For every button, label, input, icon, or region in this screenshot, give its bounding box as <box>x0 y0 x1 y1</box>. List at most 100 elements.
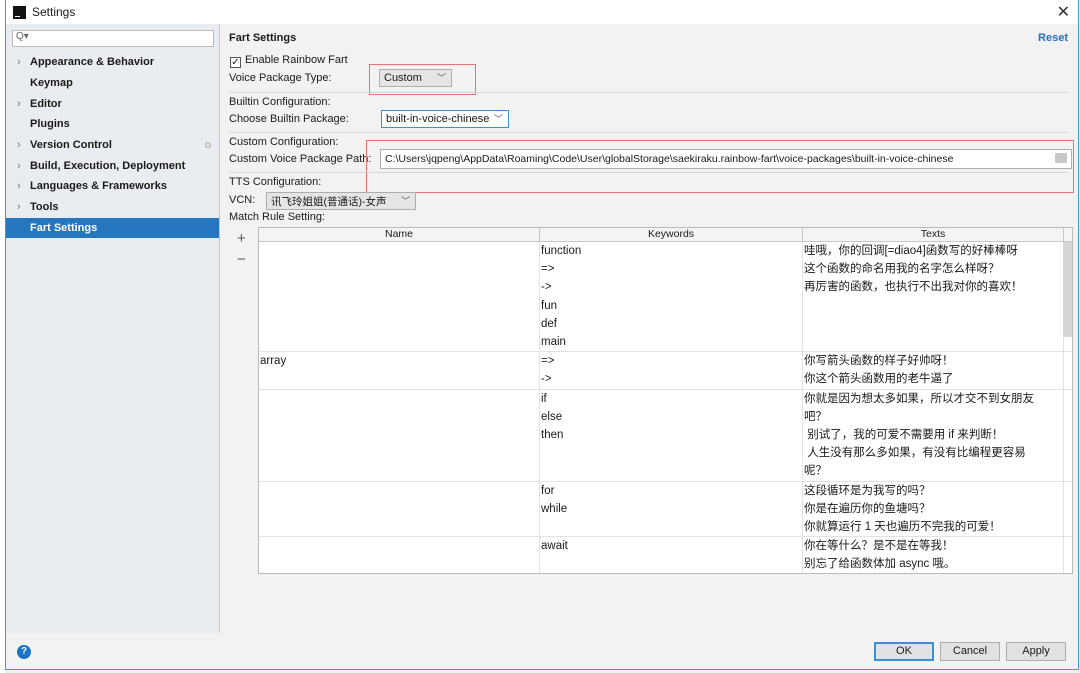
chevron-right-icon[interactable]: › <box>17 180 21 192</box>
sidebar-item-plugins[interactable]: Plugins <box>6 114 219 135</box>
sidebar-item-keymap[interactable]: Keymap <box>6 73 219 94</box>
sidebar-item-tools[interactable]: › Tools <box>6 197 219 218</box>
enable-label: Enable Rainbow Fart <box>245 54 348 66</box>
table-row[interactable]: function => -> fun def main 哇哦，你的回调[=diao4]函数写… <box>259 242 1072 353</box>
keyword: else <box>541 410 563 423</box>
table-body: function => -> fun def main 哇哦，你的回调[=diao4]函数写… <box>259 242 1072 573</box>
texts-cell[interactable]: 哇哦，你的回调[=diao4]函数写的好棒棒呀 这个函数的命名用我的名字怎么样呀？… <box>803 242 1064 352</box>
divider <box>229 132 1068 133</box>
voice-text: 哇哦，你的回调[=diao4]函数写的好棒棒呀 <box>804 245 1018 257</box>
vcn-value: 讯飞玲姐姐(普通话)-女声 <box>271 195 387 208</box>
chevron-right-icon[interactable]: › <box>17 98 21 110</box>
keywords-cell[interactable]: if else then <box>540 389 803 481</box>
table-row[interactable]: for while 这段循环是为我写的吗？ 你是在遍历你的鱼塘吗？ 你就算运行 1 天也… <box>259 481 1072 538</box>
voice-text: 人生没有那么多如果，有没有比编程更容易 <box>804 447 1026 460</box>
keyword: await <box>541 540 568 553</box>
dialog-footer: ? OK Cancel Apply <box>6 633 1078 670</box>
voice-text: 吧？ <box>804 410 827 423</box>
voice-text: 这段循环是为我写的吗？ <box>804 484 931 497</box>
vcn-label: VCN: <box>229 194 256 206</box>
name-cell[interactable] <box>259 242 540 352</box>
keyword: => <box>541 355 555 368</box>
keywords-cell[interactable]: function => -> fun def main <box>540 242 803 352</box>
highlight-box <box>369 64 476 95</box>
chevron-right-icon[interactable]: › <box>17 201 21 213</box>
window-title: Settings <box>32 5 76 19</box>
sidebar-item-editor[interactable]: › Editor <box>6 93 219 114</box>
name-cell[interactable] <box>259 389 540 481</box>
chevron-right-icon[interactable]: › <box>17 56 21 68</box>
rule-name: array <box>260 355 287 368</box>
divider <box>229 92 1068 93</box>
search-input[interactable]: Q▾ <box>12 30 214 47</box>
voice-text: 再厉害的函数，也执行不出我对你的喜欢！ <box>804 281 1023 294</box>
title-bar: Settings ✕ <box>6 0 1078 24</box>
keyword: while <box>541 502 568 515</box>
texts-cell[interactable]: 你就是因为想太多如果，所以才交不到女朋友 吧？ 别试了，我的可爱不需要用 if 来… <box>803 389 1064 481</box>
sidebar-item-label: Plugins <box>30 118 70 131</box>
keyword: -> <box>541 373 552 386</box>
remove-rule-button[interactable]: − <box>237 251 246 268</box>
keywords-cell[interactable]: for while <box>540 481 803 537</box>
keyword: def <box>541 317 557 330</box>
table-row[interactable]: await 你在等什么？是不是在等我！ 别忘了给函数体加 async 哦。 <box>259 537 1072 573</box>
intellij-icon <box>13 5 26 19</box>
vcn-select[interactable]: 讯飞玲姐姐(普通话)-女声 ﹀ <box>266 192 416 210</box>
builtin-header: Builtin Configuration: <box>229 96 331 108</box>
builtin-package-value: built-in-voice-chinese <box>386 113 490 125</box>
builtin-package-select[interactable]: built-in-voice-chinese ﹀ <box>381 110 509 128</box>
chevron-right-icon[interactable]: › <box>17 139 21 151</box>
texts-cell[interactable]: 你在等什么？是不是在等我！ 别忘了给函数体加 async 哦。 <box>803 537 1064 573</box>
ok-button[interactable]: OK <box>874 642 934 661</box>
chevron-right-icon[interactable]: › <box>17 160 21 172</box>
reset-link[interactable]: Reset <box>1038 32 1068 44</box>
close-icon[interactable]: ✕ <box>1057 2 1070 22</box>
chevron-down-icon: ﹀ <box>493 114 503 124</box>
sidebar-item-version-control[interactable]: › Version Control ⧉ <box>6 135 219 156</box>
sidebar-item-label: Version Control <box>30 139 112 152</box>
sidebar-item-label: Fart Settings <box>30 221 98 234</box>
texts-cell[interactable]: 你写箭头函数的样子好帅呀！ 你这个箭头函数用的老牛逼了 <box>803 352 1064 389</box>
match-rule-table: Name Keywords Texts function => -> fun def ma… <box>258 227 1073 574</box>
settings-dialog: Settings ✕ Q▾ › Appearance & Behavior Keym… <box>5 0 1079 670</box>
texts-cell[interactable]: 这段循环是为我写的吗？ 你是在遍历你的鱼塘吗？ 你就算运行 1 天也遍历不完我的可爱… <box>803 481 1064 537</box>
table-header: Name Keywords Texts <box>259 228 1072 242</box>
voice-text: 这个函数的命名用我的名字怎么样呀？ <box>804 263 1000 276</box>
sidebar-item-languages-frameworks[interactable]: › Languages & Frameworks <box>6 176 219 197</box>
keywords-cell[interactable]: await <box>540 537 803 573</box>
voice-text: 你就算运行 1 天也遍历不完我的可爱！ <box>804 521 1001 534</box>
checkbox-icon[interactable]: ✓ <box>230 57 241 68</box>
table-scrollbar[interactable] <box>1063 242 1072 337</box>
name-cell[interactable] <box>259 481 540 537</box>
keyword: => <box>541 263 555 276</box>
keyword: fun <box>541 299 557 312</box>
sidebar-item-label: Appearance & Behavior <box>30 56 155 69</box>
help-icon[interactable]: ? <box>17 645 31 659</box>
keywords-cell[interactable]: => -> <box>540 352 803 389</box>
voice-text: 别忘了给函数体加 async 哦。 <box>804 558 956 571</box>
column-header-name[interactable]: Name <box>259 228 540 241</box>
enable-checkbox[interactable]: ✓ Enable Rainbow Fart <box>230 54 348 68</box>
sidebar-item-label: Languages & Frameworks <box>30 180 167 193</box>
name-cell[interactable]: array <box>259 352 540 389</box>
match-rule-header: Match Rule Setting: <box>229 211 325 223</box>
project-scope-icon: ⧉ <box>204 139 211 150</box>
apply-button[interactable]: Apply <box>1006 642 1066 661</box>
table-row[interactable]: array => -> 你写箭头函数的样子好帅呀！ 你这个箭头函数用的老牛逼了 <box>259 352 1072 390</box>
sidebar-item-label: Build, Execution, Deployment <box>30 159 186 172</box>
sidebar-item-build-execution-deployment[interactable]: › Build, Execution, Deployment <box>6 155 219 176</box>
voice-text: 呢？ <box>804 465 827 478</box>
page-title: Fart Settings <box>229 32 297 44</box>
add-rule-button[interactable]: + <box>237 230 246 247</box>
chevron-down-icon: ﹀ <box>400 196 410 206</box>
name-cell[interactable] <box>259 537 540 573</box>
custom-path-label: Custom Voice Package Path: <box>229 153 372 165</box>
sidebar-item-appearance-behavior[interactable]: › Appearance & Behavior <box>6 52 219 73</box>
voice-text: 你是在遍历你的鱼塘吗？ <box>804 502 931 515</box>
column-header-texts[interactable]: Texts <box>803 228 1064 241</box>
fart-settings-panel: Fart Settings Reset ✓ Enable Rainbow Fart… <box>221 24 1078 633</box>
cancel-button[interactable]: Cancel <box>940 642 1000 661</box>
sidebar-item-fart-settings[interactable]: Fart Settings <box>6 217 219 239</box>
table-row[interactable]: if else then 你就是因为想太多如果，所以才交不到女朋友 吧？ 别试了，我的可… <box>259 389 1072 482</box>
column-header-keywords[interactable]: Keywords <box>540 228 803 241</box>
